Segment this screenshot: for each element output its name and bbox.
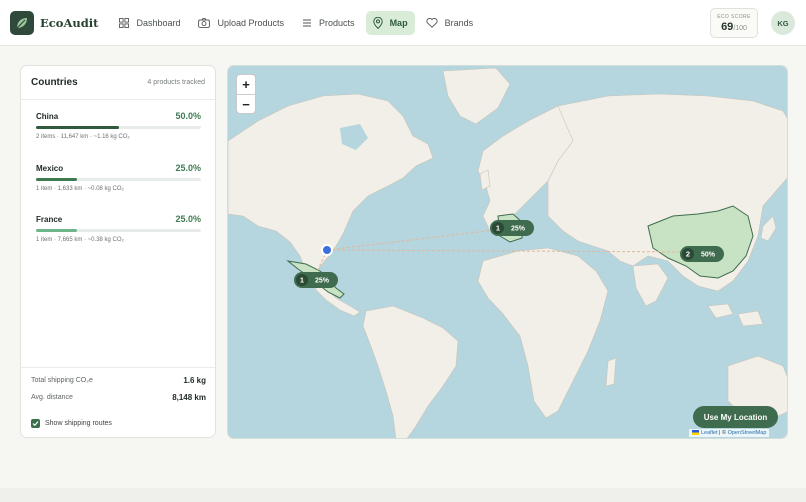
main-nav: Dashboard Upload Products Products Map B… [112, 10, 484, 35]
products-tracked-count: 4 products tracked [147, 79, 205, 86]
brand[interactable]: EcoAudit [10, 10, 99, 35]
origin-marker [323, 246, 331, 254]
routes-checkbox[interactable] [31, 419, 40, 428]
ukraine-flag-icon [692, 430, 699, 436]
country-percent: 25.0% [175, 214, 201, 224]
list-icon [303, 19, 312, 26]
nav-label: Map [389, 17, 408, 28]
total-shipping-co2: Total shipping CO₂e 1.6 kg [31, 376, 206, 385]
heart-icon [426, 17, 438, 28]
zoom-in-button[interactable]: + [237, 75, 255, 94]
eco-score-number: 69 [721, 21, 734, 33]
countries-panel: Countries 4 products tracked China 50.0%… [20, 65, 216, 438]
country-meta: 1 item · 1,633 km · ~0.08 kg CO₂ [36, 186, 124, 192]
app-name: EcoAudit [40, 15, 99, 30]
country-name: China [36, 112, 59, 121]
share-bar [36, 178, 201, 181]
show-routes-toggle[interactable]: Show shipping routes [31, 419, 112, 428]
panel-divider [21, 367, 215, 368]
nav-item-brands[interactable]: Brands [419, 11, 481, 35]
world-map[interactable]: 1 25% 2 50% 1 25% + − Use My Location Le… [227, 65, 788, 439]
map-canvas[interactable] [228, 66, 788, 439]
top-navigation-bar: EcoAudit Dashboard Upload Products Produ… [0, 0, 806, 46]
nav-label: Dashboard [136, 17, 181, 28]
panel-header: Countries 4 products tracked [21, 66, 215, 100]
nav-item-products[interactable]: Products [295, 11, 362, 35]
attribution-separator: | © [717, 430, 728, 436]
map-attribution: Leaflet | © OpenStreetMap [689, 429, 770, 437]
country-meta: 1 item · 7,665 km · ~0.38 kg CO₂ [36, 237, 124, 243]
check-icon [32, 421, 39, 427]
zoom-control: + − [236, 74, 256, 114]
use-my-location-button[interactable]: Use My Location [693, 406, 778, 428]
camera-icon [198, 17, 211, 28]
nav-label: Brands [444, 17, 474, 28]
leaflet-link[interactable]: Leaflet [701, 430, 718, 436]
average-distance: Avg. distance 8,148 km [31, 393, 206, 402]
eco-score-value: 69/100 [711, 21, 757, 33]
country-item-mexico[interactable]: Mexico 25.0% 1 item · 1,633 km · ~0.08 k… [36, 163, 201, 192]
share-bar-fill [36, 229, 78, 232]
nav-item-map[interactable]: Map [365, 10, 415, 35]
country-name: France [36, 215, 63, 224]
page-footer-strip [0, 488, 806, 502]
panel-title: Countries [31, 77, 78, 88]
country-percent: 50.0% [175, 111, 201, 121]
user-avatar[interactable]: KG [771, 11, 795, 35]
grid-icon [119, 17, 130, 28]
eco-score-label: ECO SCORE [717, 14, 751, 20]
share-bar-fill [36, 126, 119, 129]
summary-label: Total shipping CO₂e [31, 377, 93, 384]
routes-label: Show shipping routes [45, 420, 112, 427]
summary-label: Avg. distance [31, 394, 73, 401]
zoom-out-button[interactable]: − [237, 94, 255, 113]
country-name: Mexico [36, 164, 64, 173]
eco-score-max: /100 [733, 25, 747, 32]
country-meta: 2 items · 11,647 km · ~1.16 kg CO₂ [36, 134, 130, 140]
leaf-logo-icon [10, 10, 34, 35]
summary-value: 8,148 km [172, 393, 206, 402]
country-item-france[interactable]: France 25.0% 1 item · 7,665 km · ~0.38 k… [36, 214, 201, 243]
nav-item-upload-products[interactable]: Upload Products [191, 11, 291, 35]
share-bar [36, 229, 201, 232]
eco-score-badge: ECO SCORE 69/100 [710, 8, 758, 38]
summary-value: 1.6 kg [183, 376, 206, 385]
nav-label: Upload Products [217, 17, 285, 28]
map-pin-icon [372, 16, 383, 29]
share-bar [36, 126, 201, 129]
nav-label: Products [319, 17, 355, 28]
country-item-china[interactable]: China 50.0% 2 items · 11,647 km · ~1.16 … [36, 111, 201, 140]
openstreetmap-link[interactable]: OpenStreetMap [728, 430, 767, 436]
share-bar-fill [36, 178, 78, 181]
country-percent: 25.0% [175, 163, 201, 173]
nav-item-dashboard[interactable]: Dashboard [112, 11, 187, 35]
